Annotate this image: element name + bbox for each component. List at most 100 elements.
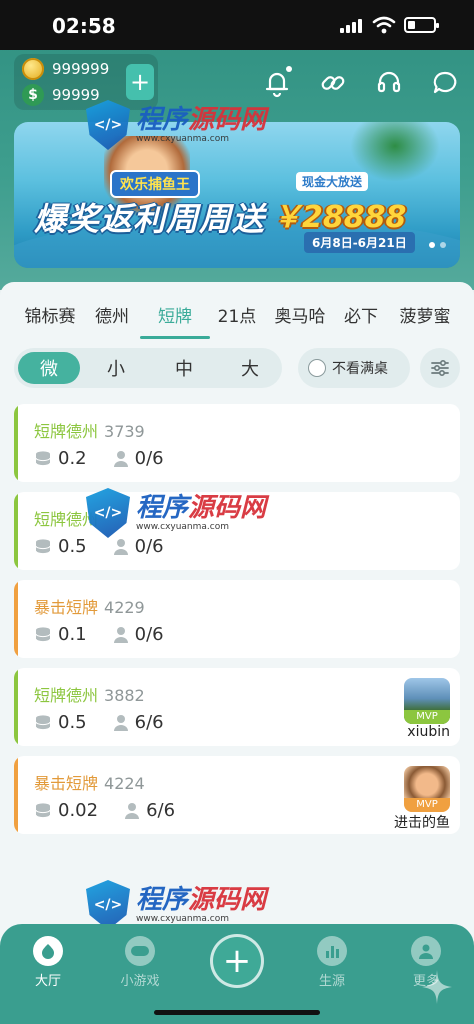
room-meta: 0.2 0/6 [34,448,164,469]
room-card[interactable]: 短牌德州 3739 0.2 0/6 [14,404,460,482]
center-action-button[interactable]: + [210,934,264,988]
notification-button[interactable] [262,66,292,98]
banner-headline: 爆奖返利周周送 [34,200,266,238]
bell-icon [265,72,289,98]
stake-micro[interactable]: 微 [18,352,80,384]
room-title: 短牌德州 3739 [34,418,145,442]
room-players: 0/6 [134,624,164,645]
stake-medium[interactable]: 中 [154,348,214,388]
room-players: 0/6 [134,448,164,469]
room-id: 3882 [104,686,145,705]
room-accent-bar [14,668,18,746]
status-bar: 02:58 [0,0,474,50]
room-card[interactable]: 短牌德州 3882 0.5 6/6 MVP xiubin [14,668,460,746]
stake-large[interactable]: 大 [220,348,280,388]
chip-stack-icon [35,538,51,554]
tab-blackjack[interactable]: 21点 [212,302,262,332]
nav-mini-games-label: 小游戏 [120,974,160,989]
player-icon [125,802,140,819]
coin-icon [22,58,44,80]
tab-tournament[interactable]: 锦标赛 [16,302,84,332]
home-indicator [154,1010,320,1015]
room-players: 6/6 [134,712,164,733]
sliders-icon [431,360,449,377]
player-icon [113,714,128,731]
nav-mini-games[interactable]: 小游戏 [110,936,170,989]
room-accent-bar [14,580,18,658]
tab-must-play[interactable]: 必下 [336,302,386,332]
game-type-tabs: 锦标赛 德州 短牌 21点 奥马哈 必下 菠萝蜜 [0,296,474,340]
chip-stack-icon [35,802,51,818]
nav-source[interactable]: 生源 [302,936,362,989]
room-id: 4224 [104,774,145,793]
room-id: 4229 [104,598,145,617]
chat-bubble-icon [433,71,457,94]
nav-lobby[interactable]: 大厅 [18,936,78,989]
room-name: 暴击短牌 [34,598,99,617]
battery-icon [404,17,439,33]
coin-balance: 999999 [52,60,110,78]
room-stake: 0.02 [58,800,99,821]
chip-stack-icon [35,626,51,642]
room-title: 暴击短牌 4229 [34,594,145,618]
watermark-logo: </> 程序源码网 www.cxyuanma.com [86,100,266,150]
mvp-username: 进击的鱼 [394,815,450,831]
chat-button[interactable] [430,68,460,98]
room-id: 3739 [104,422,145,441]
room-title: 短牌德州 3882 [34,682,145,706]
support-button[interactable] [374,68,404,98]
room-players: 6/6 [146,800,176,821]
carousel-dots [429,242,446,248]
banner-cash-event: 现金大放送 [296,172,369,191]
lobby-icon [33,936,63,966]
room-meta: 0.5 6/6 [34,712,164,733]
tab-short-deck[interactable]: 短牌 [150,302,200,332]
room-accent-bar [14,756,18,834]
room-card[interactable]: 暴击短牌 4224 0.02 6/6 MVP 进击的鱼 [14,756,460,834]
room-title: 暴击短牌 4224 [34,770,145,794]
headset-icon [377,71,401,93]
mvp-avatar[interactable]: MVP [404,678,450,724]
chip-stack-icon [35,714,51,730]
hide-full-tables-toggle[interactable]: 不看满桌 [298,348,410,388]
notification-dot [286,66,292,72]
room-meta: 0.1 0/6 [34,624,164,645]
add-funds-button[interactable]: + [126,64,154,100]
mvp-badge: MVP [404,710,450,724]
room-stake: 0.2 [58,448,87,469]
banner-amount: ￥28888 [272,200,407,235]
watermark-logo: </> 程序源码网 www.cxyuanma.com [86,880,266,930]
room-accent-bar [14,492,18,570]
stake-small[interactable]: 小 [86,348,146,388]
room-name: 短牌德州 [34,422,99,441]
filter-button[interactable] [420,348,460,388]
nav-source-label: 生源 [318,974,345,989]
link-button[interactable] [318,68,348,98]
mvp-avatar[interactable]: MVP [404,766,450,812]
sparkle-icon [422,970,452,1004]
link-icon [321,76,345,90]
status-time: 02:58 [52,14,116,38]
chip-stack-icon [35,450,51,466]
hide-full-tables-label: 不看满桌 [332,361,388,377]
tab-texas[interactable]: 德州 [88,302,136,332]
tab-pineapple[interactable]: 菠萝蜜 [392,302,458,332]
gamepad-icon [125,936,155,966]
bar-chart-icon [317,936,347,966]
room-players: 0/6 [134,536,164,557]
profile-icon [411,936,441,966]
player-icon [113,538,128,555]
player-icon [113,450,128,467]
stake-selector: 微 小 中 大 [14,348,282,388]
mvp-badge: MVP [404,798,450,812]
room-card[interactable]: 暴击短牌 4229 0.1 0/6 [14,580,460,658]
room-name: 暴击短牌 [34,774,99,793]
room-stake: 0.1 [58,624,87,645]
room-meta: 0.02 6/6 [34,800,175,821]
watermark-logo: </> 程序源码网 www.cxyuanma.com [86,488,266,538]
banner-dates: 6月8日-6月21日 [304,232,415,253]
header-actions [262,66,460,98]
room-stake: 0.5 [58,536,87,557]
room-name: 短牌德州 [34,686,99,705]
tab-omaha[interactable]: 奥马哈 [268,302,332,332]
